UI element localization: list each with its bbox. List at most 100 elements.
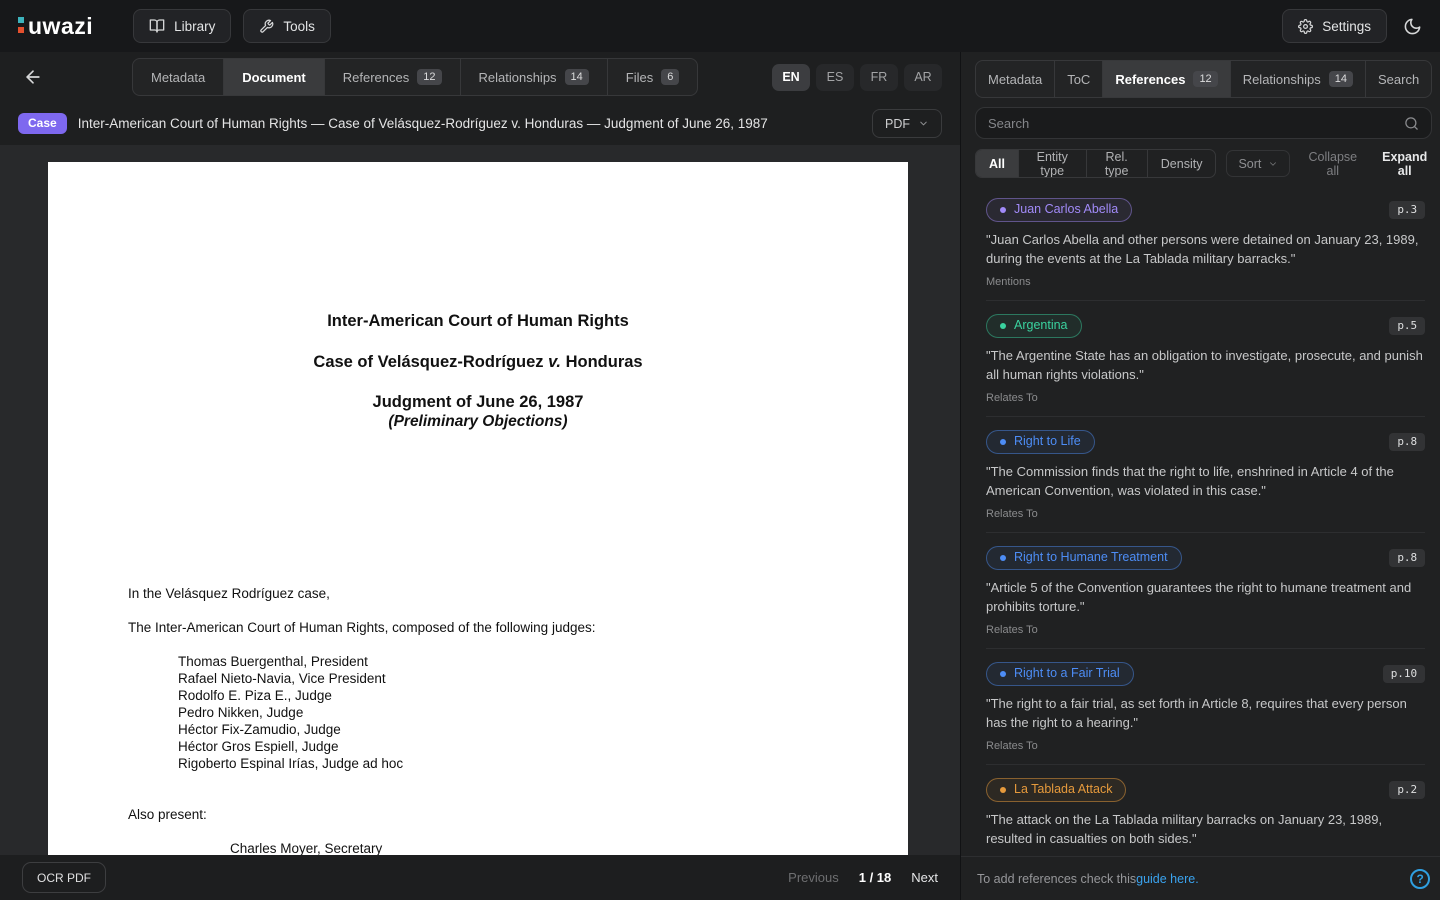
library-button[interactable]: Library: [133, 9, 232, 43]
filter-group: All Entity type Rel. type Density: [975, 149, 1217, 178]
doc-tab-count: 12: [417, 69, 442, 85]
relationship-type-label: Relates To: [986, 624, 1038, 636]
tools-label: Tools: [283, 18, 315, 34]
reference-card[interactable]: Right to a Fair Trial p.10 "The right to…: [986, 649, 1426, 765]
doc-tab[interactable]: References 12: [325, 59, 461, 95]
dark-mode-toggle[interactable]: [1403, 17, 1422, 36]
settings-label: Settings: [1322, 18, 1371, 34]
entity-pill[interactable]: La Tablada Attack: [986, 778, 1127, 802]
entity-dot-icon: [1000, 554, 1006, 561]
entity-dot-icon: [1000, 206, 1006, 213]
entity-pill[interactable]: Right to Life: [986, 430, 1095, 454]
settings-button[interactable]: Settings: [1282, 9, 1387, 43]
guide-link[interactable]: guide here.: [1136, 872, 1199, 886]
uwazi-logo[interactable]: uwazi: [18, 14, 93, 38]
pdf-page: Inter-American Court of Human Rights Cas…: [48, 162, 908, 855]
entity-pill[interactable]: Argentina: [986, 314, 1082, 338]
entity-label: Right to Life: [1014, 434, 1081, 448]
document-tabs: Metadata Document References 12 Relation…: [132, 58, 699, 96]
pdf-judge-line: Rigoberto Espinal Irías, Judge ad hoc: [178, 756, 404, 771]
entity-dot-icon: [1000, 322, 1006, 329]
previous-page-button[interactable]: Previous: [788, 870, 839, 885]
sidebar-tab[interactable]: References 12: [1103, 61, 1231, 97]
reference-card[interactable]: Right to Humane Treatment p.8 "Article 5…: [986, 533, 1426, 649]
document-title-row: Case Inter-American Court of Human Right…: [0, 102, 960, 145]
sidebar-tab-label: Relationships: [1242, 71, 1321, 87]
doc-tab[interactable]: Files 6: [608, 59, 698, 95]
reference-quote: "The attack on the La Tablada military b…: [986, 812, 1383, 846]
sort-label: Sort: [1238, 156, 1262, 171]
entity-dot-icon: [1000, 670, 1006, 677]
reference-quote: "Article 5 of the Convention guarantees …: [986, 580, 1412, 614]
reference-card[interactable]: La Tablada Attack p.2 "The attack on the…: [986, 765, 1426, 856]
page-badge: p.3: [1389, 201, 1426, 219]
doc-tab-label: Relationships: [478, 69, 557, 85]
pdf-heading-objections: (Preliminary Objections): [388, 413, 568, 430]
tools-button[interactable]: Tools: [243, 9, 331, 43]
pdf-judge-line: Rafael Nieto-Navia, Vice President: [178, 671, 386, 686]
filter-button[interactable]: All: [976, 150, 1019, 177]
sidebar-tab[interactable]: ToC: [1055, 61, 1104, 97]
sidebar-tab[interactable]: Search: [1366, 61, 1431, 97]
entity-pill[interactable]: Juan Carlos Abella: [986, 198, 1133, 222]
next-page-button[interactable]: Next: [911, 870, 938, 885]
pdf-paragraph: Also present:: [128, 807, 207, 822]
gear-icon: [1298, 18, 1314, 34]
references-list: Juan Carlos Abella p.3 "Juan Carlos Abel…: [961, 185, 1440, 856]
page-badge: p.10: [1382, 665, 1426, 683]
sidebar-tab-label: ToC: [1067, 71, 1091, 87]
entity-label: Right to Humane Treatment: [1014, 550, 1168, 564]
arrow-left-icon: [26, 70, 40, 84]
sort-dropdown[interactable]: Sort: [1226, 150, 1291, 177]
reference-card[interactable]: Argentina p.5 "The Argentine State has a…: [986, 301, 1426, 417]
help-icon[interactable]: ?: [1410, 868, 1431, 889]
page-badge: p.8: [1389, 549, 1426, 567]
relationship-type-label: Relates To: [986, 508, 1038, 520]
pdf-judge-line: Thomas Buergenthal, President: [178, 654, 368, 669]
language-button[interactable]: ES: [816, 63, 854, 91]
chevron-down-icon: [920, 121, 927, 126]
filter-button[interactable]: Rel. type: [1087, 150, 1148, 177]
expand-all-button[interactable]: Expand all: [1377, 150, 1432, 178]
reference-card[interactable]: Right to Life p.8 "The Commission finds …: [986, 417, 1426, 533]
entity-pill[interactable]: Right to Humane Treatment: [986, 546, 1182, 570]
doc-tab[interactable]: Document: [224, 59, 325, 95]
moon-icon: [1404, 18, 1421, 34]
pdf-heading-court: Inter-American Court of Human Rights: [327, 312, 629, 330]
relationship-type-label: Relates To: [986, 392, 1038, 404]
footer-hint-text: To add references check this: [977, 871, 1137, 886]
sidebar-tab-count: 14: [1328, 71, 1353, 87]
document-pane: Metadata Document References 12 Relation…: [0, 52, 960, 900]
chevron-down-icon: [1270, 161, 1277, 166]
ocr-pdf-button[interactable]: OCR PDF: [22, 862, 106, 893]
language-button[interactable]: EN: [772, 63, 810, 91]
page-badge: p.8: [1389, 433, 1426, 451]
collapse-all-button[interactable]: Collapse all: [1304, 150, 1361, 178]
search-input[interactable]: [988, 115, 1405, 131]
sidebar-tab[interactable]: Metadata: [976, 61, 1056, 97]
language-button[interactable]: FR: [860, 63, 898, 91]
pdf-judge-line: Héctor Gros Espiell, Judge: [178, 739, 339, 754]
entity-dot-icon: [1000, 786, 1006, 793]
document-toolbar: Metadata Document References 12 Relation…: [0, 52, 960, 102]
language-button[interactable]: AR: [904, 63, 942, 91]
sidebar-tabs: Metadata ToC References 12 Relationships…: [975, 60, 1433, 98]
format-dropdown[interactable]: PDF: [872, 109, 942, 138]
references-filters: All Entity type Rel. type Density Sort C…: [975, 149, 1432, 178]
entity-pill[interactable]: Right to a Fair Trial: [986, 662, 1134, 686]
library-label: Library: [174, 18, 216, 34]
back-button[interactable]: [18, 62, 48, 92]
page-badge: p.2: [1389, 781, 1426, 799]
sidebar-tab[interactable]: Relationships 14: [1231, 61, 1366, 97]
uwazi-app: uwazi Library Tools Settings Metadata Do…: [0, 0, 1440, 900]
doc-tab-count: 6: [661, 69, 680, 85]
doc-tab[interactable]: Relationships 14: [461, 59, 608, 95]
pdf-heading-judgment: Judgment of June 26, 1987: [372, 393, 584, 411]
sidebar-tab-count: 12: [1193, 71, 1218, 87]
filter-button[interactable]: Entity type: [1019, 150, 1087, 177]
filter-button[interactable]: Density: [1148, 150, 1216, 177]
search-icon: [1405, 116, 1418, 130]
doc-tab[interactable]: Metadata: [133, 59, 225, 95]
reference-card[interactable]: Juan Carlos Abella p.3 "Juan Carlos Abel…: [986, 185, 1426, 301]
doc-tab-label: References: [342, 69, 410, 85]
